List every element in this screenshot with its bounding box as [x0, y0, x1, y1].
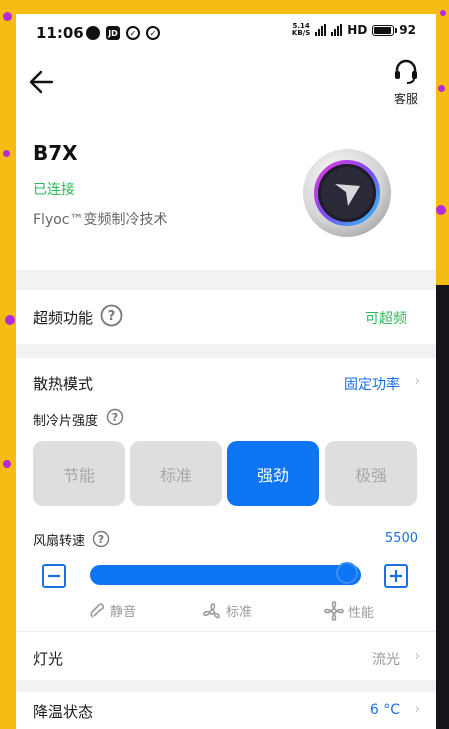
section-gap	[16, 344, 436, 358]
fan-speed-label: 风扇转速	[33, 534, 86, 549]
quiet-fan-icon	[90, 602, 104, 618]
chevron-right-icon: ›	[414, 649, 420, 664]
battery-percent: 92	[399, 23, 416, 37]
background-dot	[436, 205, 446, 215]
performance-fan-icon	[324, 601, 344, 621]
status-time: 11:06	[36, 24, 84, 42]
chevron-right-icon: ›	[414, 374, 420, 389]
status-indicators: 5.14 KB/S HD 92	[291, 22, 416, 38]
svg-text:?: ?	[112, 411, 118, 424]
overclock-label: 超频功能	[33, 309, 94, 327]
app-notification-icon	[86, 26, 100, 40]
cooling-status-value: 6 °C	[369, 702, 400, 718]
jd-notification-icon: JD	[106, 26, 120, 40]
chevron-right-icon: ›	[414, 702, 420, 717]
svg-text:?: ?	[98, 533, 104, 546]
customer-service-button[interactable]: 客服	[386, 58, 426, 107]
intensity-label: 制冷片强度	[33, 414, 99, 429]
notification-icons: JD ✓ ✓	[86, 26, 160, 40]
battery-icon	[372, 24, 398, 36]
background-dot	[5, 315, 15, 325]
fan-preset-quiet[interactable]: 静音	[88, 601, 136, 620]
light-value: 流光	[372, 652, 400, 668]
network-speed: 5.14 KB/S	[291, 22, 311, 37]
check-circle-icon: ✓	[146, 26, 160, 40]
divider	[16, 631, 436, 632]
help-icon[interactable]: ?	[92, 530, 110, 548]
back-button[interactable]	[28, 69, 56, 95]
help-icon[interactable]: ?	[100, 304, 123, 327]
fan-speed-value: 5500	[384, 531, 418, 546]
network-type: HD	[347, 23, 368, 37]
device-name: B7X	[33, 141, 78, 165]
decrease-fan-button[interactable]	[42, 564, 66, 588]
status-bar: 11:06 JD ✓ ✓ 5.14 KB/S HD 92	[16, 14, 436, 54]
increase-fan-button[interactable]	[384, 564, 408, 588]
intensity-option-eco[interactable]: 节能	[33, 441, 125, 506]
background-dot	[3, 460, 11, 468]
signal-icon	[315, 24, 327, 36]
minus-icon	[48, 574, 60, 578]
customer-service-label: 客服	[393, 92, 418, 106]
intensity-option-strong[interactable]: 强劲	[227, 441, 319, 506]
section-gap	[16, 680, 436, 692]
phone-screen: 11:06 JD ✓ ✓ 5.14 KB/S HD 92 客服 B7X 已连接 …	[16, 14, 436, 729]
standard-fan-icon	[203, 602, 220, 618]
headset-icon	[395, 59, 417, 84]
background-dot	[3, 12, 12, 21]
cooling-mode-value: 固定功率	[344, 377, 400, 393]
cooling-mode-label: 散热模式	[33, 375, 94, 393]
back-arrow-icon	[29, 70, 54, 94]
background-dot	[440, 10, 446, 16]
section-gap	[16, 270, 436, 290]
cooling-status-label: 降温状态	[33, 703, 94, 721]
plus-icon	[390, 570, 402, 582]
check-circle-icon: ✓	[126, 26, 140, 40]
overclock-status: 可超频	[365, 311, 407, 327]
connection-status: 已连接	[33, 182, 75, 198]
fan-speed-slider[interactable]	[90, 565, 361, 585]
help-icon[interactable]: ?	[106, 408, 124, 426]
background-dot	[438, 85, 445, 92]
device-image	[303, 149, 391, 237]
fan-preset-performance[interactable]: 性能	[324, 601, 374, 621]
light-label: 灯光	[33, 650, 64, 668]
background-dot	[3, 150, 10, 157]
intensity-option-extreme[interactable]: 极强	[325, 441, 417, 506]
intensity-option-standard[interactable]: 标准	[130, 441, 222, 506]
svg-text:?: ?	[108, 309, 116, 324]
slider-thumb[interactable]	[335, 562, 358, 584]
fan-preset-standard[interactable]: 标准	[202, 601, 252, 620]
device-technology: Flyoc™变频制冷技术	[33, 212, 168, 228]
signal-icon	[331, 24, 343, 36]
